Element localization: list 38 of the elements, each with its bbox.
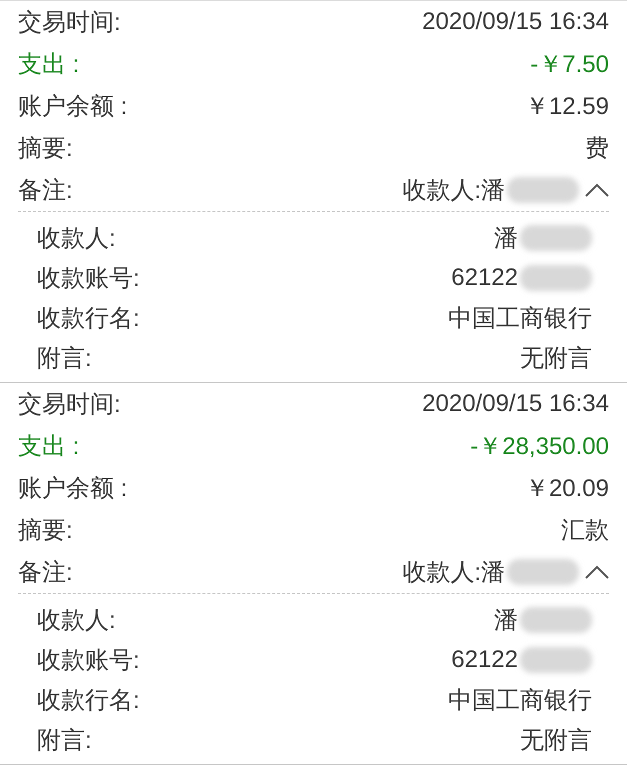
field-label: 支出 : — [18, 432, 80, 462]
field-value: 汇款 — [561, 516, 609, 546]
field-label: 备注: — [18, 558, 73, 588]
field-value: 费 — [585, 134, 609, 164]
field-value: 62122 — [451, 264, 518, 292]
field-label: 摘要: — [18, 516, 73, 546]
field-label: 收款人: — [37, 224, 116, 254]
field-label: 附言: — [37, 726, 92, 756]
field-value: 中国工商银行 — [448, 686, 592, 716]
field-value: -￥28,350.00 — [470, 432, 609, 462]
field-value: 潘 — [494, 224, 518, 254]
field-value: ￥12.59 — [524, 92, 609, 122]
field-label: 账户余额 : — [18, 474, 128, 504]
field-label: 支出 : — [18, 50, 80, 80]
field-value: 2020/09/15 16:34 — [422, 390, 609, 418]
field-value: 潘 — [494, 606, 518, 636]
field-value: -￥7.50 — [530, 50, 609, 80]
field-value: 62122 — [451, 646, 518, 674]
field-value: 收款人:潘 — [402, 558, 505, 588]
field-value: 收款人:潘 — [402, 176, 505, 206]
field-label: 收款账号: — [37, 264, 140, 294]
field-label: 交易时间: — [18, 390, 121, 420]
field-label: 附言: — [37, 344, 92, 374]
field-label: 收款行名: — [37, 304, 140, 334]
field-label: 交易时间: — [18, 8, 121, 38]
chevron-up-icon[interactable] — [585, 565, 609, 579]
field-value: ￥20.09 — [524, 474, 609, 504]
field-label: 摘要: — [18, 134, 73, 164]
field-value: 中国工商银行 — [448, 304, 592, 334]
field-value: 2020/09/15 16:34 — [422, 8, 609, 36]
field-value: 无附言 — [520, 726, 592, 756]
field-value: 无附言 — [520, 344, 592, 374]
field-label: 收款账号: — [37, 646, 140, 676]
chevron-up-icon[interactable] — [585, 183, 609, 197]
field-label: 收款人: — [37, 606, 116, 636]
field-label: 收款行名: — [37, 686, 140, 716]
field-label: 备注: — [18, 176, 73, 206]
field-label: 账户余额 : — [18, 92, 128, 122]
